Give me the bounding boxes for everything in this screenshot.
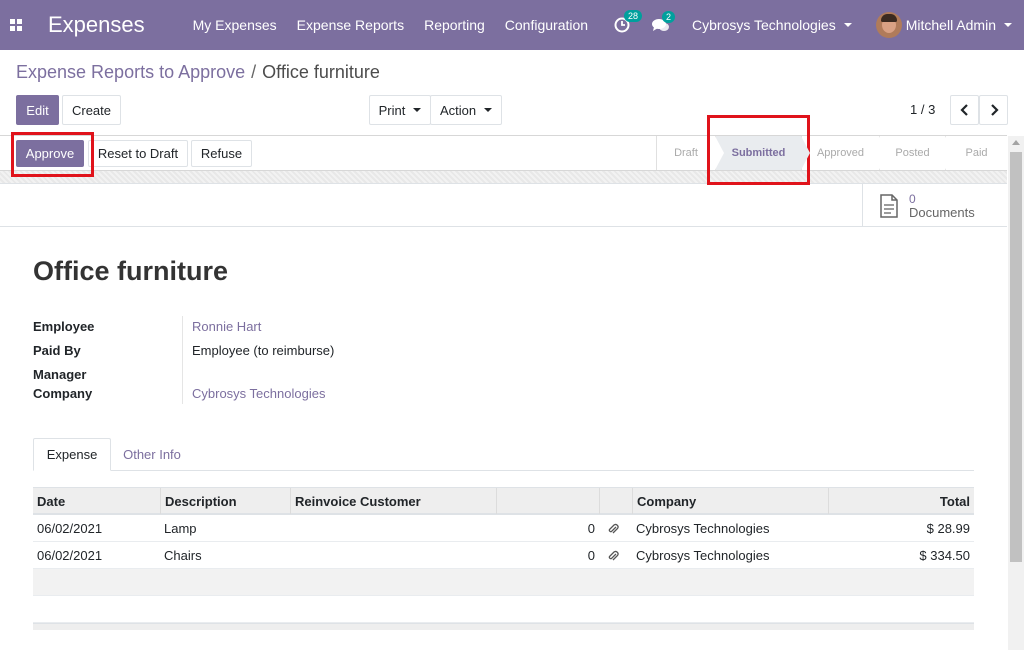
documents-count: 0 <box>909 191 916 206</box>
activity-badge: 28 <box>624 10 643 22</box>
column-header-attachment-icon <box>599 488 632 514</box>
scrollbar[interactable] <box>1008 136 1024 650</box>
cell-total: $ 334.50 <box>919 548 970 563</box>
company-switcher[interactable]: Cybrosys Technologies <box>692 17 852 33</box>
chevron-right-icon <box>990 104 999 116</box>
apps-menu-icon[interactable] <box>0 0 32 50</box>
breadcrumb-separator: / <box>251 62 257 82</box>
chevron-down-icon <box>843 23 852 27</box>
paid-by-label: Paid By <box>33 343 81 358</box>
cell-attachment-count: 0 <box>587 521 595 536</box>
button-box: 0 Documents <box>0 183 1007 227</box>
paid-by-field[interactable]: Employee (to reimburse) <box>192 343 334 358</box>
reset-to-draft-button[interactable]: Reset to Draft <box>88 140 188 167</box>
menu-expense-reports[interactable]: Expense Reports <box>297 17 404 33</box>
column-header-reinvoice-customer[interactable]: Reinvoice Customer <box>290 488 496 514</box>
breadcrumb-parent[interactable]: Expense Reports to Approve <box>16 62 245 82</box>
documents-label: Documents <box>909 204 975 220</box>
pager-next-button[interactable] <box>979 95 1008 125</box>
action-label: Action <box>439 102 477 118</box>
cell-attachment-count: 0 <box>587 548 595 563</box>
refuse-button[interactable]: Refuse <box>191 140 252 167</box>
stage-paid: Paid <box>945 136 1007 170</box>
navbar-right: 28 2 Cybrosys Technologies Mitchell Admi… <box>614 0 1012 50</box>
main-menu: My Expenses Expense Reports Reporting Co… <box>193 17 608 33</box>
sheet-background <box>0 171 1007 183</box>
user-name: Mitchell Admin <box>905 17 996 33</box>
manager-label: Manager <box>33 367 87 382</box>
pager-previous-button[interactable] <box>950 95 979 125</box>
action-dropdown[interactable]: Action <box>430 95 502 125</box>
company-name: Cybrosys Technologies <box>692 17 836 33</box>
highlight-box-approve <box>11 132 94 177</box>
menu-reporting[interactable]: Reporting <box>424 17 485 33</box>
create-button[interactable]: Create <box>62 95 121 125</box>
expense-lines-table: Date Description Reinvoice Customer Comp… <box>33 487 974 630</box>
table-row[interactable]: 06/02/2021 Lamp 0 Cybrosys Technologies … <box>33 515 974 542</box>
activity-button[interactable]: 28 <box>614 10 643 33</box>
pager-value[interactable]: 1 / 3 <box>910 102 935 117</box>
message-badge: 2 <box>662 10 676 23</box>
column-header-company[interactable]: Company <box>632 488 828 514</box>
chevron-down-icon <box>413 108 422 112</box>
app-brand[interactable]: Expenses <box>48 12 145 38</box>
tab-other-info[interactable]: Other Info <box>113 438 191 471</box>
messaging-button[interactable]: 2 <box>652 10 676 33</box>
chevron-left-icon <box>959 104 968 116</box>
column-header-attachments[interactable] <box>496 488 599 514</box>
user-menu[interactable]: Mitchell Admin <box>875 12 1012 38</box>
edit-button[interactable]: Edit <box>16 95 59 125</box>
tab-expense[interactable]: Expense <box>33 438 111 471</box>
cell-date: 06/02/2021 <box>37 521 103 536</box>
menu-configuration[interactable]: Configuration <box>505 17 588 33</box>
print-label: Print <box>378 102 406 118</box>
company-field[interactable]: Cybrosys Technologies <box>192 386 325 401</box>
breadcrumb: Expense Reports to Approve / Office furnit… <box>16 62 380 83</box>
stage-approved: Approved <box>801 136 888 170</box>
cell-date: 06/02/2021 <box>37 548 103 563</box>
breadcrumb-current: Office furniture <box>262 62 380 82</box>
documents-smart-button[interactable]: 0 Documents <box>862 184 1006 227</box>
paperclip-icon[interactable] <box>603 515 632 542</box>
avatar <box>875 12 902 38</box>
employee-field[interactable]: Ronnie Hart <box>192 319 261 334</box>
cell-total: $ 28.99 <box>926 521 970 536</box>
cell-description: Lamp <box>164 521 197 536</box>
notebook-tabs: Expense Other Info <box>33 438 974 471</box>
empty-row <box>33 596 974 623</box>
chevron-down-icon <box>1004 23 1012 27</box>
menu-my-expenses[interactable]: My Expenses <box>193 17 277 33</box>
chevron-down-icon <box>484 108 493 112</box>
form-statusbar: Approve Reset to Draft Refuse Draft Subm… <box>0 135 1007 171</box>
page-title: Office furniture <box>33 256 229 286</box>
column-header-date[interactable]: Date <box>33 488 160 514</box>
cell-description: Chairs <box>164 548 202 563</box>
scrollbar-thumb[interactable] <box>1010 152 1022 562</box>
print-dropdown[interactable]: Print <box>369 95 431 125</box>
table-footer <box>33 623 974 630</box>
field-separator <box>182 316 183 404</box>
cell-company: Cybrosys Technologies <box>636 521 770 536</box>
scroll-up-arrow-icon[interactable] <box>1012 140 1020 145</box>
table-row[interactable]: 06/02/2021 Chairs 0 Cybrosys Technologie… <box>33 542 974 569</box>
document-icon <box>880 193 898 218</box>
stage-posted: Posted <box>879 136 954 170</box>
table-header: Date Description Reinvoice Customer Comp… <box>33 487 974 515</box>
employee-label: Employee <box>33 319 95 334</box>
company-label: Company <box>33 386 93 401</box>
column-header-total[interactable]: Total <box>828 488 974 514</box>
empty-row <box>33 569 974 596</box>
paperclip-icon[interactable] <box>603 542 632 569</box>
top-navbar: Expenses My Expenses Expense Reports Rep… <box>0 0 1024 50</box>
column-header-description[interactable]: Description <box>160 488 290 514</box>
cell-company: Cybrosys Technologies <box>636 548 770 563</box>
